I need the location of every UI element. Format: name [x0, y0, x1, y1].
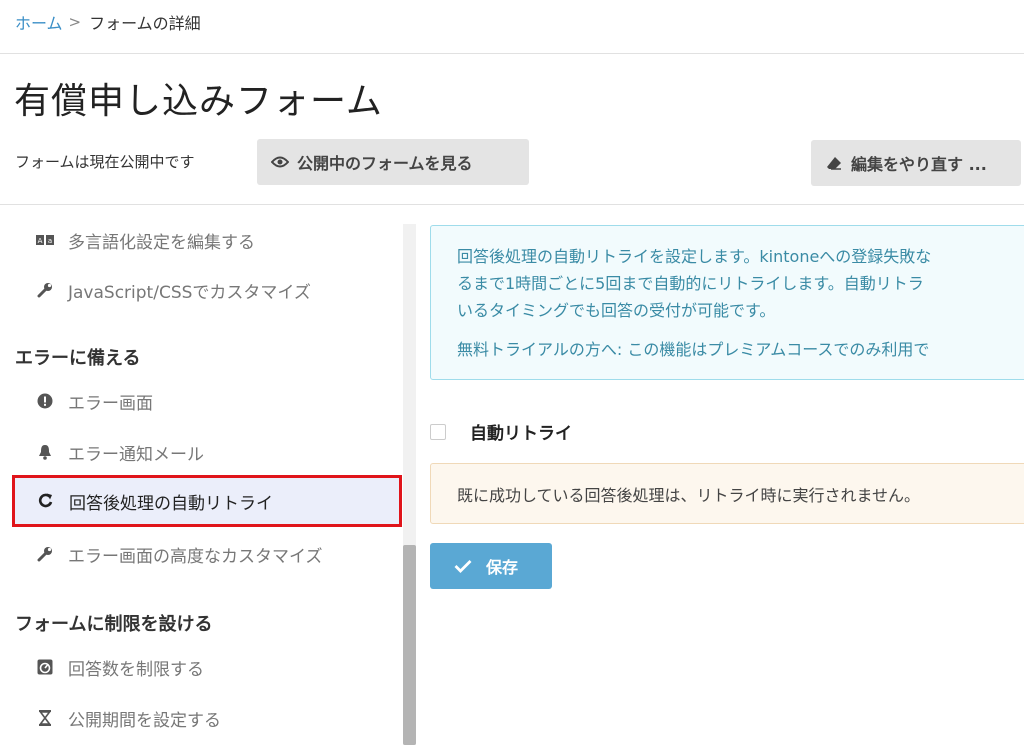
sidebar-item-label: JavaScript/CSSでカスタマイズ: [68, 282, 311, 303]
sidebar-section-error: エラーに備える: [15, 348, 141, 369]
sidebar-item-label: エラー通知メール: [68, 444, 204, 465]
sidebar-scrollbar-thumb[interactable]: [403, 545, 416, 745]
eraser-icon: [825, 156, 843, 170]
save-button-label: 保存: [486, 558, 519, 577]
header-divider: [0, 53, 1024, 54]
redo-edit-label: 編集をやり直す ...: [851, 155, 987, 174]
sidebar-item-multilingual[interactable]: Aa 多言語化設定を編集する: [12, 214, 402, 266]
status-divider: [0, 204, 1024, 205]
refresh-icon: [37, 492, 55, 510]
breadcrumb-current: フォームの詳細: [89, 14, 201, 33]
info-line: るまで1時間ごとに5回まで自動的にリトライします。自動リトラ: [457, 274, 924, 293]
redo-edit-button[interactable]: 編集をやり直す ...: [811, 140, 1021, 186]
svg-text:A: A: [38, 237, 43, 245]
breadcrumb-separator: >: [68, 13, 82, 31]
sidebar-item-label: 回答数を制限する: [68, 659, 204, 680]
warning-message-box: 既に成功している回答後処理は、リトライ時に実行されません。: [430, 463, 1024, 524]
svg-text:a: a: [48, 237, 52, 245]
sidebar-item-publish-period[interactable]: 公開期間を設定する: [12, 692, 402, 744]
info-message-box: 回答後処理の自動リトライを設定します。kintoneへの登録失敗な るまで1時間…: [430, 225, 1024, 380]
publish-status-text: フォームは現在公開中です: [15, 153, 195, 171]
auto-retry-checkbox[interactable]: [430, 424, 446, 440]
sidebar-item-error-advanced[interactable]: エラー画面の高度なカスタマイズ: [12, 528, 402, 580]
gauge-icon: [36, 658, 54, 676]
sidebar-item-js-css[interactable]: JavaScript/CSSでカスタマイズ: [12, 264, 402, 316]
warning-text: 既に成功している回答後処理は、リトライ時に実行されません。: [457, 485, 921, 505]
exclamation-icon: [36, 392, 54, 410]
wrench-icon: [36, 545, 54, 563]
sidebar-item-error-mail[interactable]: エラー通知メール: [12, 426, 402, 478]
sidebar-item-label: エラー画面: [68, 393, 153, 414]
eye-icon: [271, 155, 289, 169]
sidebar-item-response-limit[interactable]: 回答数を制限する: [12, 641, 402, 693]
save-button[interactable]: 保存: [430, 543, 552, 589]
view-published-form-label: 公開中のフォームを見る: [297, 154, 473, 173]
settings-sidebar: Aa 多言語化設定を編集する JavaScript/CSSでカスタマイズ エラー…: [0, 224, 403, 745]
sidebar-item-label: 公開期間を設定する: [68, 710, 221, 731]
breadcrumb: ホーム > フォームの詳細: [15, 10, 201, 34]
sidebar-item-label: エラー画面の高度なカスタマイズ: [68, 546, 323, 567]
sidebar-item-error-screen[interactable]: エラー画面: [12, 375, 402, 427]
sidebar-item-label: 回答後処理の自動リトライ: [69, 493, 273, 514]
info-line: いるタイミングでも回答の受付が可能です。: [457, 301, 776, 320]
check-icon: [454, 559, 472, 573]
sidebar-section-limit: フォームに制限を設ける: [15, 614, 213, 635]
page-title: 有償申し込みフォーム: [14, 81, 383, 122]
auto-retry-checkbox-label[interactable]: 自動リトライ: [470, 419, 572, 444]
breadcrumb-home-link[interactable]: ホーム: [15, 10, 63, 34]
bell-icon: [36, 443, 54, 461]
hourglass-icon: [36, 709, 54, 727]
info-line: 回答後処理の自動リトライを設定します。kintoneへの登録失敗な: [457, 247, 932, 266]
sidebar-item-auto-retry[interactable]: 回答後処理の自動リトライ: [12, 475, 402, 527]
view-published-form-button[interactable]: 公開中のフォームを見る: [257, 139, 529, 185]
sidebar-item-label: 多言語化設定を編集する: [68, 232, 255, 253]
translate-icon: Aa: [36, 231, 54, 249]
info-trial-note: 無料トライアルの方へ: この機能はプレミアムコースでのみ利用で: [457, 340, 930, 359]
wrench-icon: [36, 281, 54, 299]
